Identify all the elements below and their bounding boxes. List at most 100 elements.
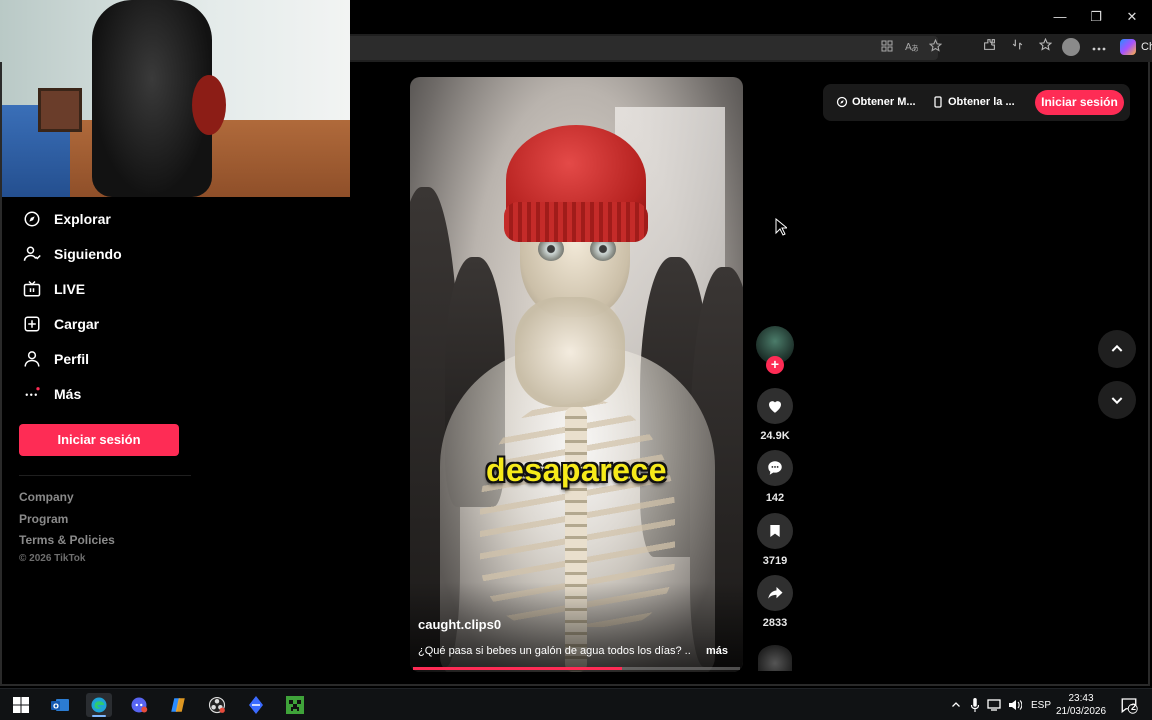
like-count: 24.9K	[760, 430, 790, 442]
minecraft-creeper-icon	[286, 696, 304, 714]
comment-button[interactable]	[757, 450, 793, 486]
compass-small-icon	[836, 96, 848, 108]
previous-video-button[interactable]	[1098, 330, 1136, 368]
microphone-icon[interactable]	[970, 698, 980, 712]
sidebar-item-siguiendo[interactable]: Siguiendo	[22, 242, 122, 266]
share-arrow-icon	[768, 587, 783, 599]
extensions-icon[interactable]	[978, 37, 1000, 57]
sidebar-item-cargar[interactable]: Cargar	[22, 312, 99, 336]
favorite-star-icon[interactable]	[924, 38, 946, 58]
upload-plus-icon	[22, 314, 42, 334]
network-icon[interactable]	[987, 699, 1001, 711]
comment-bubble-icon	[768, 461, 782, 475]
get-app-label: Obtener M...	[852, 96, 916, 108]
mouse-cursor-icon	[775, 217, 789, 241]
clock-time: 23:43	[1068, 693, 1094, 704]
copilot-icon	[1120, 39, 1136, 55]
footer-link-terms[interactable]: Terms & Policies	[19, 533, 115, 547]
header-login-button[interactable]: Iniciar sesión	[1035, 90, 1124, 115]
sidebar-item-label: Más	[54, 386, 82, 402]
phone-icon	[934, 96, 942, 108]
more-dots-icon	[22, 384, 42, 404]
browser-toolbar: Aあ Chat	[350, 34, 1152, 62]
windows-taskbar: O ESP 23:43 21/03/2026 2	[0, 688, 1152, 720]
compass-icon	[22, 209, 42, 229]
sidebar-login-button[interactable]: Iniciar sesión	[19, 424, 179, 456]
video-beanie-cuff	[504, 202, 648, 242]
description-more-link[interactable]: más	[706, 645, 728, 657]
active-app-indicator	[92, 715, 106, 717]
get-mobile-app-link[interactable]: Obtener la ...	[932, 96, 1015, 108]
sidebar-item-label: LIVE	[54, 281, 86, 297]
sidebar-item-label: Cargar	[54, 316, 100, 332]
system-tray: ESP	[950, 689, 1051, 720]
taskbar-discord[interactable]	[126, 693, 152, 717]
start-button[interactable]	[8, 693, 34, 717]
app-available-icon[interactable]	[876, 38, 898, 58]
minimize-button[interactable]: —	[1042, 6, 1078, 28]
save-button[interactable]	[757, 513, 793, 549]
volume-icon[interactable]	[1008, 699, 1022, 711]
user-follow-icon	[22, 244, 42, 264]
like-button[interactable]	[757, 388, 793, 424]
address-bar[interactable]	[350, 36, 938, 60]
more-menu-icon[interactable]	[1088, 37, 1110, 57]
restore-button[interactable]: ❐	[1078, 6, 1114, 28]
chevron-down-icon	[1111, 397, 1123, 405]
taskbar-app-blue[interactable]	[243, 693, 269, 717]
person-icon	[22, 349, 42, 369]
diamond-app-icon	[249, 696, 263, 714]
video-author[interactable]: caught.clips0	[418, 617, 501, 632]
video-caption: desaparece	[485, 452, 668, 488]
webcam-overlay	[0, 0, 350, 197]
copilot-chat-button[interactable]: Chat	[1120, 39, 1152, 55]
notification-center-button[interactable]: 2	[1116, 693, 1142, 717]
sidebar-item-live[interactable]: LIVE	[22, 277, 85, 301]
split-screen-icon[interactable]	[1006, 37, 1028, 57]
music-disc[interactable]	[758, 645, 792, 671]
taskbar-copilot[interactable]	[165, 693, 191, 717]
chevron-up-icon	[1111, 344, 1123, 352]
comment-count: 142	[765, 492, 785, 504]
share-button[interactable]	[757, 575, 793, 611]
webcam-picture-frame	[38, 88, 82, 132]
copilot-app-icon	[171, 698, 185, 712]
sidebar-item-mas[interactable]: Más	[22, 382, 81, 406]
sidebar-item-label: Perfil	[54, 351, 90, 367]
taskbar-minecraft[interactable]	[282, 693, 308, 717]
translate-icon[interactable]: Aあ	[900, 38, 922, 58]
sidebar-item-label: Siguiendo	[54, 246, 122, 262]
close-button[interactable]: ✕	[1114, 6, 1150, 28]
copyright: © 2026 TikTok	[19, 553, 86, 564]
get-mobile-app-label: Obtener la ...	[948, 96, 1015, 108]
taskbar-outlook[interactable]: O	[47, 693, 73, 717]
follow-button[interactable]: +	[766, 356, 784, 374]
get-app-link[interactable]: Obtener M...	[836, 96, 916, 108]
svg-text:O: O	[53, 703, 59, 711]
taskbar-clock[interactable]: 23:43 21/03/2026	[1046, 692, 1116, 718]
webcam-guitar	[192, 75, 226, 135]
svg-text:あ: あ	[911, 44, 918, 52]
browser-actions: Chat	[978, 37, 1152, 57]
clock-date: 21/03/2026	[1055, 706, 1107, 717]
footer-link-program[interactable]: Program	[19, 512, 68, 526]
video-progress-bar[interactable]	[413, 667, 740, 670]
taskbar-obs[interactable]	[204, 693, 230, 717]
share-count: 2833	[762, 617, 788, 629]
sidebar-item-explorar[interactable]: Explorar	[22, 207, 111, 231]
taskbar-edge[interactable]	[86, 693, 112, 717]
favorites-icon[interactable]	[1034, 37, 1056, 57]
outlook-icon: O	[51, 699, 69, 711]
sidebar-divider	[19, 475, 191, 476]
notification-count: 2	[1131, 702, 1137, 712]
obs-icon	[208, 696, 226, 714]
sidebar-item-perfil[interactable]: Perfil	[22, 347, 89, 371]
chevron-up-icon[interactable]	[950, 699, 962, 711]
footer-link-company[interactable]: Company	[19, 490, 74, 504]
next-video-button[interactable]	[1098, 381, 1136, 419]
address-bar-icons: Aあ	[876, 38, 948, 58]
bookmark-icon	[770, 525, 780, 537]
video-player[interactable]: desaparece caught.clips0 ¿Qué pasa si be…	[410, 77, 743, 672]
live-tv-icon	[22, 279, 42, 299]
profile-avatar[interactable]	[1062, 38, 1080, 56]
